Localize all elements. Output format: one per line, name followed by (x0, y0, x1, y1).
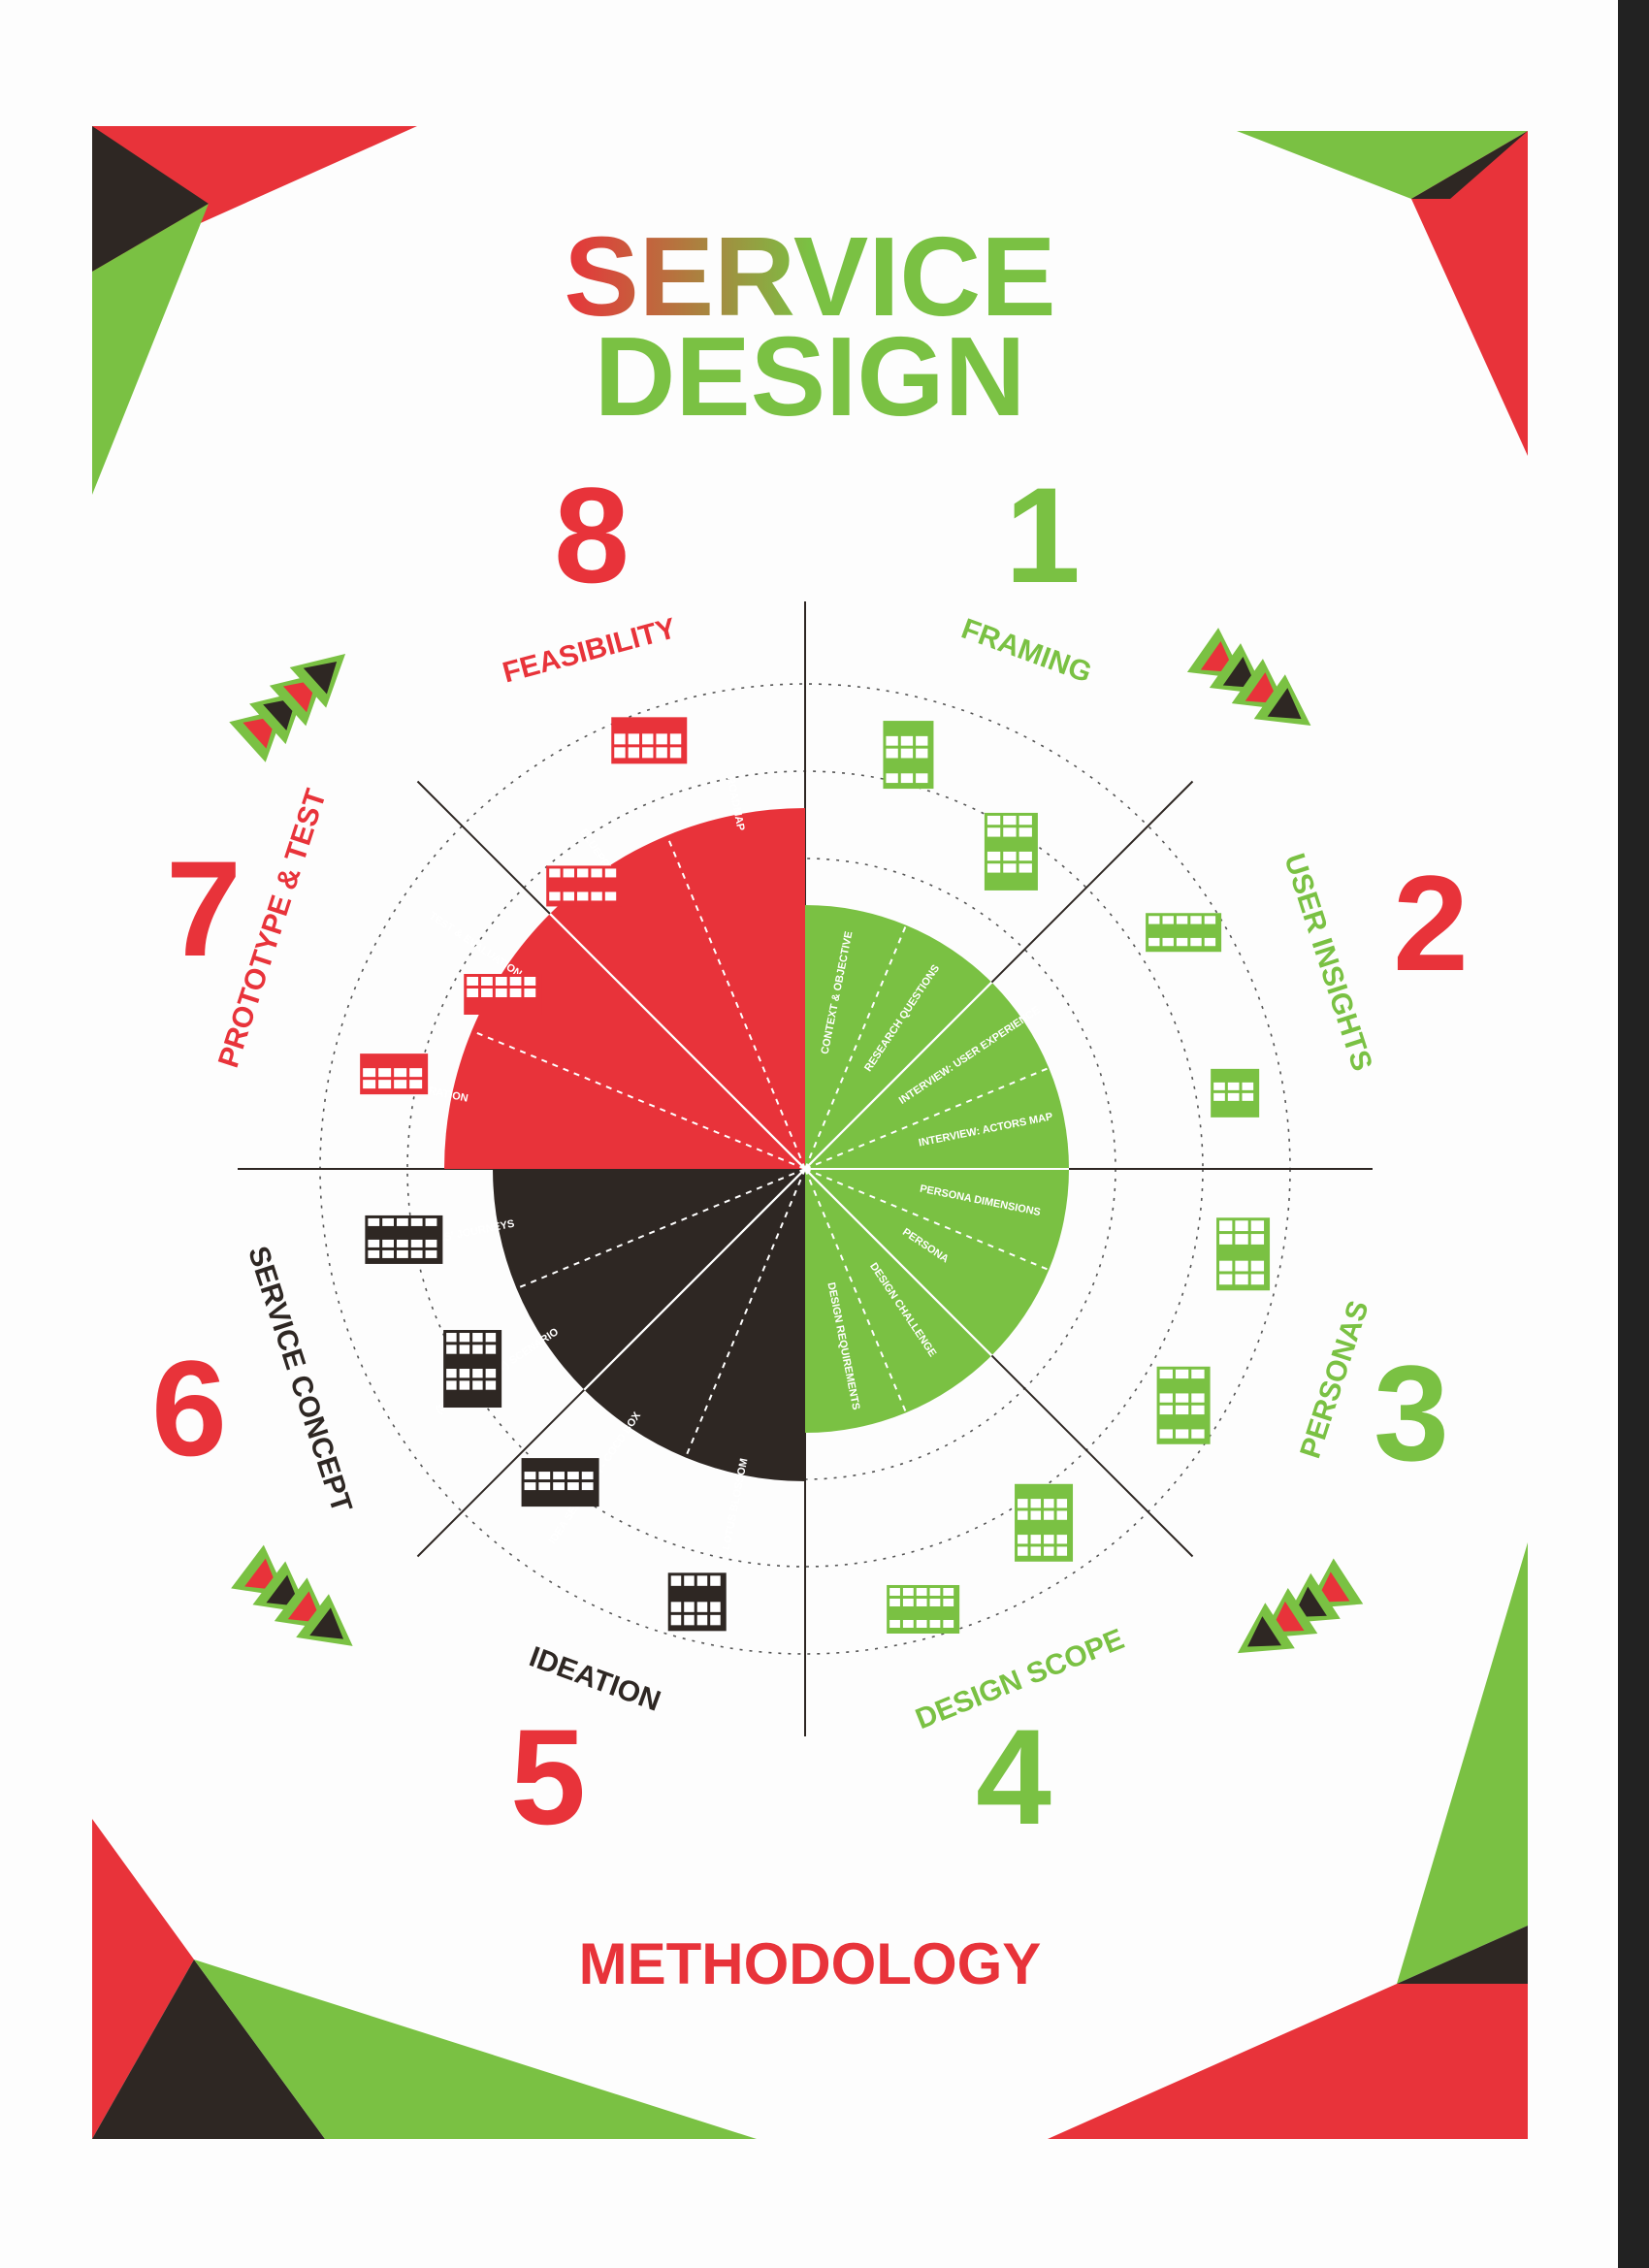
framing-stack-icon (883, 721, 934, 790)
test-case-icon (464, 974, 542, 1015)
scope-tree-icon (1015, 1483, 1074, 1562)
persona-sheet-icon (1156, 1366, 1211, 1444)
scan-edge (1618, 0, 1649, 2268)
phase-number-6: 6 (151, 1332, 227, 1484)
phase-number-1: 1 (1005, 459, 1081, 611)
phase-number-4: 4 (976, 1701, 1051, 1853)
title-line-2: DESIGN (595, 313, 1026, 439)
phase-number-8: 8 (554, 459, 630, 611)
phase-number-3: 3 (1374, 1337, 1449, 1489)
insights-map-icon (1146, 913, 1222, 953)
framing-grid-icon (984, 812, 1038, 891)
phase-number-7: 7 (166, 832, 242, 985)
scope-cards-icon (887, 1584, 960, 1634)
phase-number-2: 2 (1393, 847, 1469, 999)
poster: SERVICE DESIGN CONTEXT & OBJECTIVE RESEAR… (0, 0, 1649, 2268)
footer-methodology: METHODOLOGY (579, 1931, 1042, 1996)
ideation-box-icon (521, 1458, 599, 1507)
test-grid-icon (360, 1053, 429, 1095)
insights-target-icon (1211, 1068, 1260, 1118)
concept-journey-icon (365, 1215, 443, 1264)
persona-card-icon (1216, 1217, 1271, 1291)
concept-cards-icon (443, 1330, 502, 1409)
ideation-matrix-icon (667, 1572, 727, 1632)
phase-number-5: 5 (510, 1701, 586, 1853)
feasibility-roadmap-icon (611, 717, 688, 764)
feasibility-blueprint-icon (546, 865, 623, 907)
